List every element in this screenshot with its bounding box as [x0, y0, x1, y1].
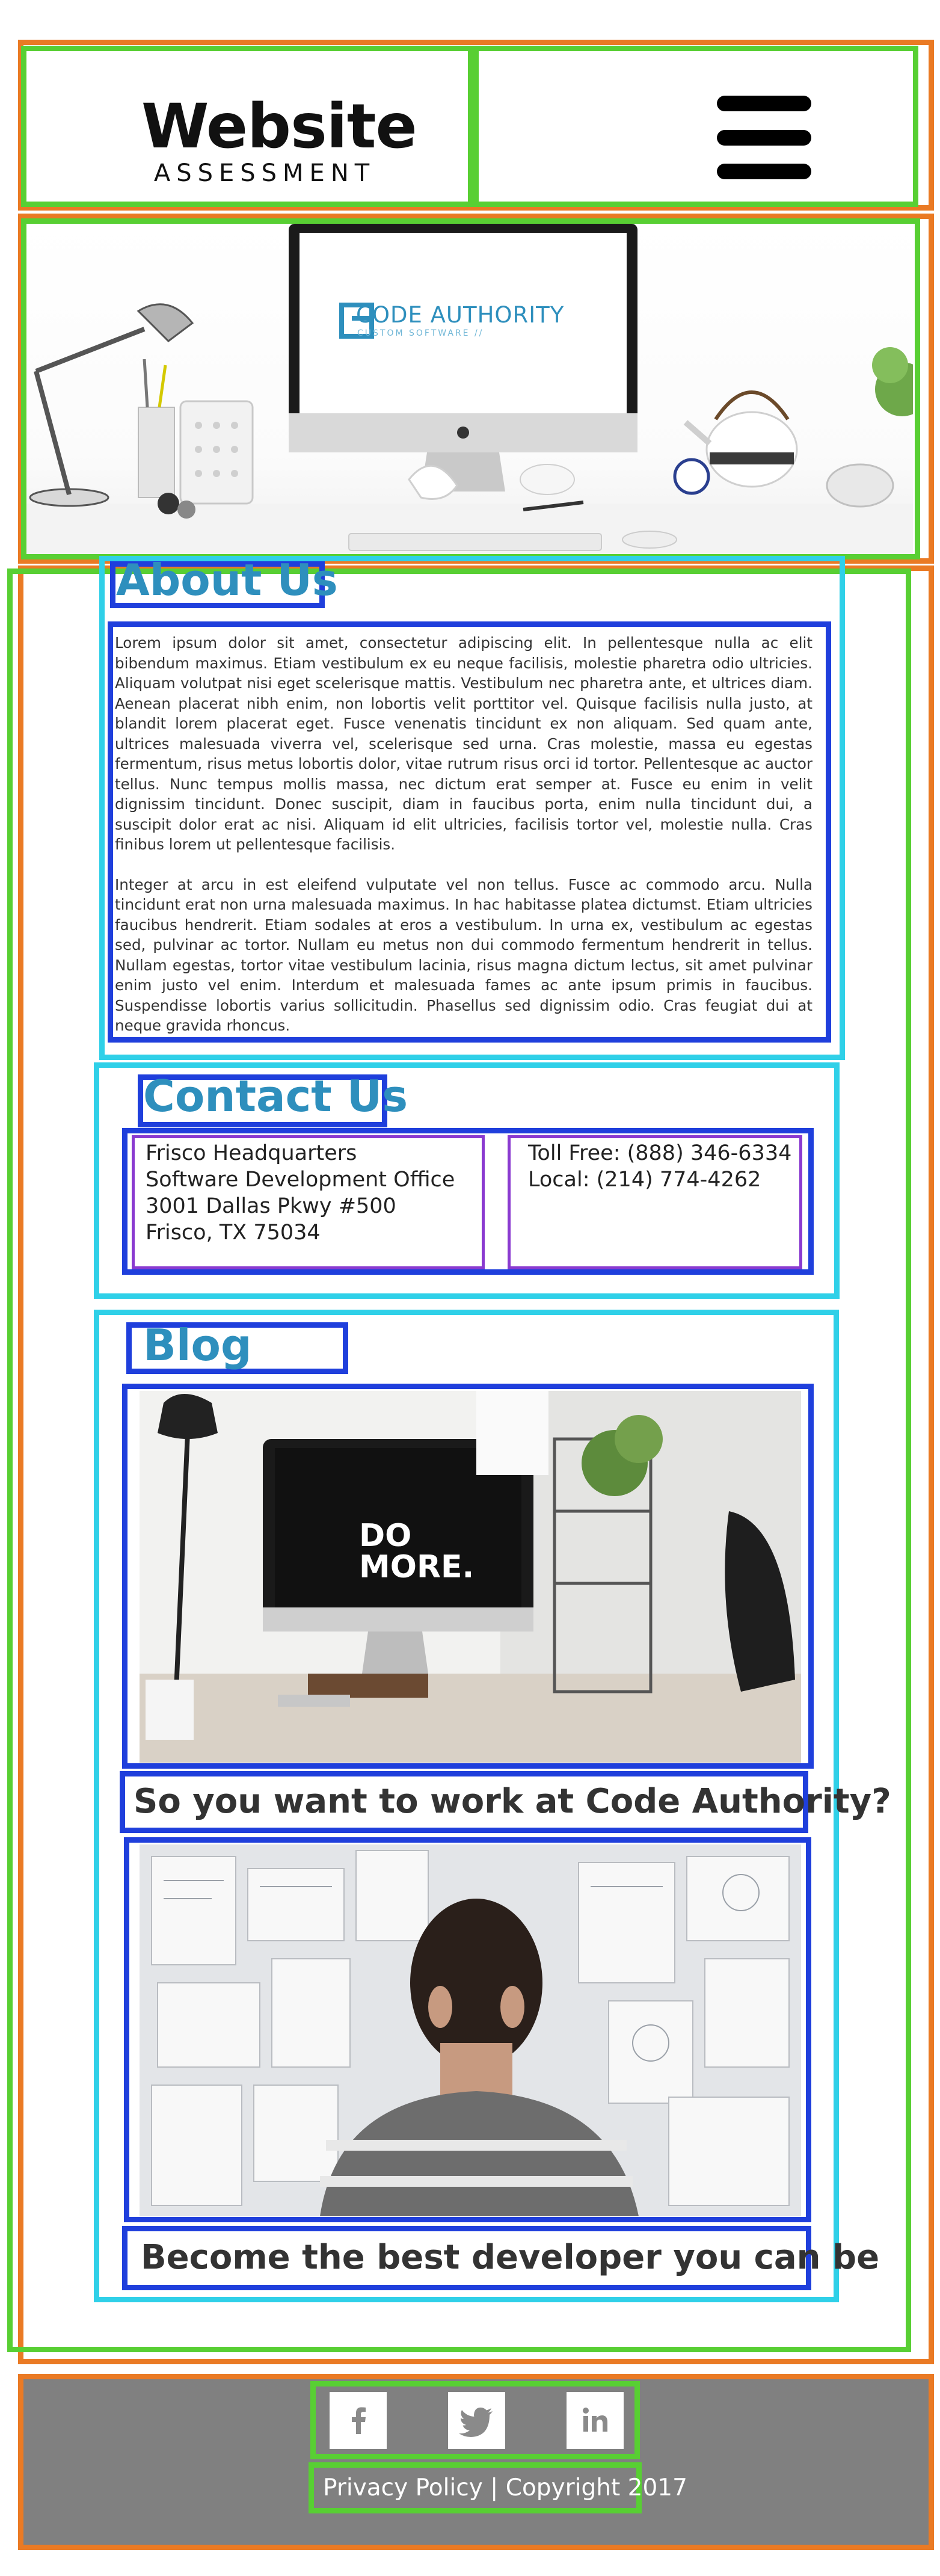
contact-phones: Toll Free: (888) 346-6334 Local: (214) 7…	[528, 1141, 792, 1192]
about-body: Lorem ipsum dolor sit amet, consectetur …	[115, 633, 813, 1036]
blog-post-2-image[interactable]	[140, 1844, 801, 2216]
blog-post-2-title[interactable]: Become the best developer you can be	[141, 2241, 879, 2275]
contact-heading: Contact Us	[143, 1071, 408, 1121]
monitor-screen-text-line-2: MORE.	[359, 1549, 475, 1585]
contact-address: Frisco Headquarters Software Development…	[146, 1141, 455, 1245]
menu-box	[473, 46, 918, 207]
twitter-icon[interactable]	[448, 2392, 505, 2449]
linkedin-icon[interactable]	[567, 2392, 624, 2449]
logo-subtitle: ASSESSMENT	[153, 159, 376, 187]
blog-post-1-image[interactable]: DO MORE.	[140, 1391, 801, 1763]
monitor-screen-text-line-1: DO	[359, 1518, 412, 1554]
monitor-screen-text: DO MORE.	[359, 1520, 474, 1583]
facebook-icon[interactable]	[330, 2392, 387, 2449]
hamburger-menu-icon[interactable]	[717, 94, 811, 182]
about-paragraph-1: Lorem ipsum dolor sit amet, consectetur …	[115, 634, 813, 853]
blog-post-1-title[interactable]: So you want to work at Code Authority?	[134, 1785, 891, 1819]
footer-legal[interactable]: Privacy Policy | Copyright 2017	[323, 2476, 687, 2500]
developer-wall-photo	[140, 1844, 801, 2216]
about-paragraph-2: Integer at arcu in est eleifend vulputat…	[115, 875, 813, 1035]
site-logo[interactable]: Website ASSESSMENT	[141, 91, 417, 187]
logo-title: Website	[141, 91, 417, 162]
about-heading: About Us	[116, 555, 338, 605]
hero-box	[21, 218, 920, 559]
blog-heading: Blog	[143, 1320, 252, 1370]
